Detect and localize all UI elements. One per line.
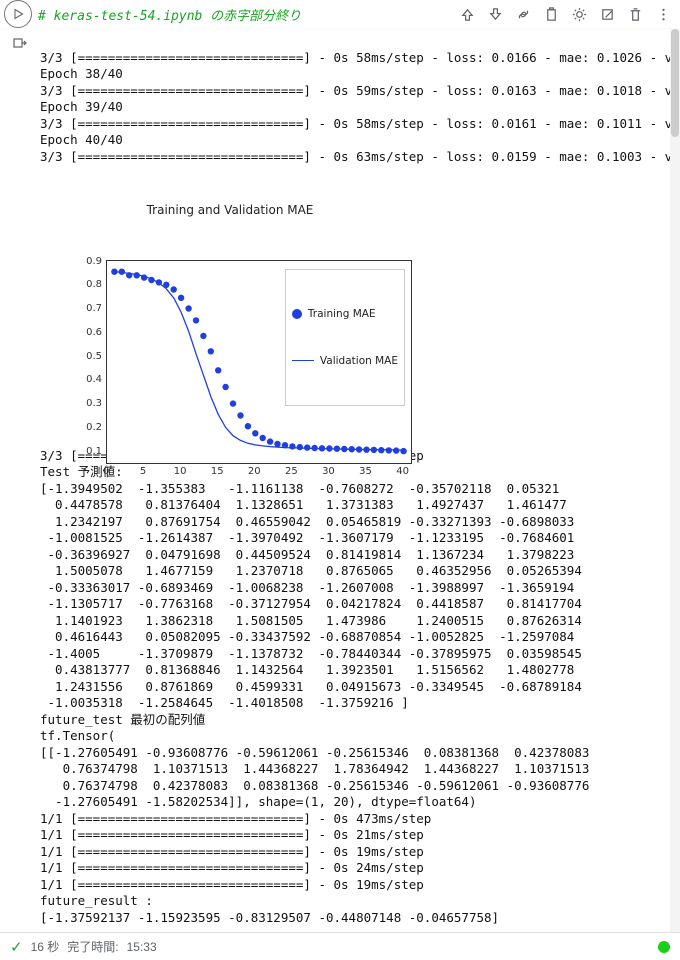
code-comment: # keras-test-54.ipynb の赤字部分終り (38, 5, 456, 24)
y-tick-label: 0.6 (78, 325, 102, 342)
x-tick-label: 40 (395, 464, 411, 481)
x-tick-label: 30 (320, 464, 336, 481)
cell-output: 3/3 [==============================] - 0… (40, 29, 680, 932)
x-tick-label: 0 (98, 464, 114, 481)
pre-chart-log: 3/3 [==============================] - 0… (40, 50, 680, 164)
y-tick-label: 0.4 (78, 372, 102, 389)
status-elapsed: 16 秒 (31, 938, 60, 955)
y-tick-label: 0.8 (78, 277, 102, 294)
post-chart-log: 3/3 [==============================] - 1… (40, 448, 589, 925)
cell-toolbar (456, 3, 674, 25)
y-tick-label: 0.5 (78, 349, 102, 366)
x-tick-label: 5 (135, 464, 151, 481)
status-completed-label: 完了時間: (67, 938, 118, 955)
output-panel: 3/3 [==============================] - 0… (0, 29, 680, 932)
output-arrow-icon (12, 35, 28, 51)
legend-item-0: Training MAE (308, 307, 376, 321)
link-icon[interactable] (512, 3, 534, 25)
delete-icon[interactable] (624, 3, 646, 25)
legend-item-1: Validation MAE (320, 354, 398, 368)
mae-chart: Training and Validation MAE Training MAE… (40, 169, 420, 429)
x-tick-label: 15 (209, 464, 225, 481)
gear-icon[interactable] (568, 3, 590, 25)
play-icon (12, 8, 24, 20)
status-bar: ✓ 16 秒 完了時間: 15:33 (0, 932, 680, 960)
run-cell-button[interactable] (4, 0, 32, 28)
scrollbar-thumb[interactable] (671, 29, 679, 137)
y-tick-label: 0.1 (78, 444, 102, 461)
output-gutter (0, 29, 40, 932)
y-tick-label: 0.3 (78, 396, 102, 413)
arrow-up-icon[interactable] (456, 3, 478, 25)
arrow-down-icon[interactable] (484, 3, 506, 25)
target-icon[interactable] (596, 3, 618, 25)
status-completed-time: 15:33 (127, 940, 157, 954)
y-tick-label: 0.7 (78, 301, 102, 318)
chart-plot-area: Training MAE Validation MAE (106, 260, 412, 464)
more-icon[interactable] (652, 3, 674, 25)
runtime-status-dot (658, 941, 670, 953)
y-tick-label: 0.9 (78, 254, 102, 271)
y-tick-label: 0.2 (78, 420, 102, 437)
x-tick-label: 20 (246, 464, 262, 481)
x-tick-label: 25 (283, 464, 299, 481)
cell-header: # keras-test-54.ipynb の赤字部分終り (0, 0, 680, 29)
scrollbar-track[interactable] (670, 29, 680, 932)
legend-dot-icon (292, 309, 302, 319)
check-icon: ✓ (10, 938, 23, 956)
chart-title: Training and Validation MAE (40, 202, 420, 219)
chart-legend: Training MAE Validation MAE (285, 269, 405, 406)
legend-line-icon (292, 360, 314, 361)
x-tick-label: 35 (358, 464, 374, 481)
x-tick-label: 10 (172, 464, 188, 481)
clipboard-icon[interactable] (540, 3, 562, 25)
